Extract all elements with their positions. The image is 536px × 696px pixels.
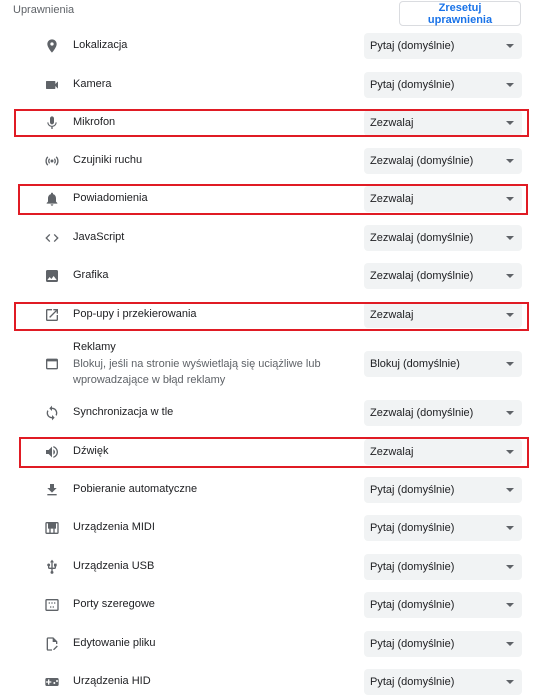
- permission-label: Powiadomienia: [73, 192, 148, 204]
- image-icon: [43, 267, 61, 285]
- permission-select-czujniki-ruchu[interactable]: Zezwalaj (domyślnie): [364, 148, 522, 174]
- camera-icon: [43, 76, 61, 94]
- permission-label: Urządzenia HID: [73, 675, 151, 687]
- motion-sensors-icon: [43, 152, 61, 170]
- download-icon: [43, 481, 61, 499]
- usb-icon: [43, 558, 61, 576]
- select-value: Zezwalaj (domyślnie): [370, 407, 474, 419]
- dropdown-arrow-icon: [506, 680, 514, 684]
- select-value: Zezwalaj (domyślnie): [370, 270, 474, 282]
- popup-icon: [43, 306, 61, 324]
- dropdown-arrow-icon: [506, 197, 514, 201]
- select-value: Pytaj (domyślnie): [370, 484, 455, 496]
- select-value: Zezwalaj: [370, 309, 414, 321]
- permission-select-porty-szeregowe[interactable]: Pytaj (domyślnie): [364, 592, 522, 618]
- dropdown-arrow-icon: [506, 313, 514, 317]
- reset-permissions-button[interactable]: Zresetuj uprawnienia: [399, 1, 521, 26]
- permission-select-reklamy[interactable]: Blokuj (domyślnie): [364, 351, 522, 377]
- permission-select-javascript[interactable]: Zezwalaj (domyślnie): [364, 225, 522, 251]
- serial-port-icon: [43, 596, 61, 614]
- dropdown-arrow-icon: [506, 121, 514, 125]
- bell-icon: [43, 190, 61, 208]
- select-value: Zezwalaj (domyślnie): [370, 155, 474, 167]
- site-permissions-page: Uprawnienia Zresetuj uprawnienia Lokaliz…: [0, 0, 536, 696]
- file-edit-icon: [43, 635, 61, 653]
- permission-select-urzadzenia-hid[interactable]: Pytaj (domyślnie): [364, 669, 522, 695]
- permission-select-powiadomienia[interactable]: Zezwalaj: [364, 186, 522, 212]
- dropdown-arrow-icon: [506, 83, 514, 87]
- select-value: Pytaj (domyślnie): [370, 561, 455, 573]
- permission-label: Pop-upy i przekierowania: [73, 308, 197, 320]
- select-value: Pytaj (domyślnie): [370, 599, 455, 611]
- permission-select-pobieranie-automatyczne[interactable]: Pytaj (domyślnie): [364, 477, 522, 503]
- dropdown-arrow-icon: [506, 450, 514, 454]
- dropdown-arrow-icon: [506, 44, 514, 48]
- dropdown-arrow-icon: [506, 526, 514, 530]
- permission-select-urzadzenia-midi[interactable]: Pytaj (domyślnie): [364, 515, 522, 541]
- select-value: Blokuj (domyślnie): [370, 358, 460, 370]
- dropdown-arrow-icon: [506, 603, 514, 607]
- permission-label: Mikrofon: [73, 116, 116, 128]
- select-value: Pytaj (domyślnie): [370, 522, 455, 534]
- dropdown-arrow-icon: [506, 642, 514, 646]
- permission-label: Kamera: [73, 78, 112, 90]
- hid-device-icon: [43, 673, 61, 691]
- select-value: Zezwalaj: [370, 117, 414, 129]
- permission-label: Grafika: [73, 269, 109, 281]
- permission-label: Urządzenia USB: [73, 560, 155, 572]
- permission-label: Porty szeregowe: [73, 598, 155, 610]
- permission-select-mikrofon[interactable]: Zezwalaj: [364, 110, 522, 136]
- dropdown-arrow-icon: [506, 565, 514, 569]
- permission-select-lokalizacja[interactable]: Pytaj (domyślnie): [364, 33, 522, 59]
- permission-select-kamera[interactable]: Pytaj (domyślnie): [364, 72, 522, 98]
- permission-select-pop-upy-i-przekierowania[interactable]: Zezwalaj: [364, 302, 522, 328]
- dropdown-arrow-icon: [506, 274, 514, 278]
- permission-label: Dźwięk: [73, 445, 109, 457]
- sync-icon: [43, 404, 61, 422]
- permission-label: Synchronizacja w tle: [73, 406, 174, 418]
- section-title: Uprawnienia: [13, 4, 75, 16]
- dropdown-arrow-icon: [506, 411, 514, 415]
- permission-select-grafika[interactable]: Zezwalaj (domyślnie): [364, 263, 522, 289]
- code-icon: [43, 229, 61, 247]
- permission-label: Pobieranie automatyczne: [73, 483, 198, 495]
- select-value: Pytaj (domyślnie): [370, 676, 455, 688]
- select-value: Pytaj (domyślnie): [370, 79, 455, 91]
- select-value: Zezwalaj: [370, 193, 414, 205]
- ads-icon: [43, 355, 61, 373]
- permission-select-synchronizacja-w-tle[interactable]: Zezwalaj (domyślnie): [364, 400, 522, 426]
- microphone-icon: [43, 114, 61, 132]
- location-icon: [43, 37, 61, 55]
- sound-icon: [43, 443, 61, 461]
- permission-label: Edytowanie pliku: [73, 637, 156, 649]
- permission-description: Blokuj, jeśli na stronie wyświetlają się…: [73, 358, 321, 386]
- dropdown-arrow-icon: [506, 159, 514, 163]
- select-value: Pytaj (domyślnie): [370, 40, 455, 52]
- select-value: Zezwalaj (domyślnie): [370, 232, 474, 244]
- permission-select-dzwiek[interactable]: Zezwalaj: [364, 439, 522, 465]
- permission-label: Lokalizacja: [73, 39, 128, 51]
- midi-icon: [43, 519, 61, 537]
- permission-select-edytowanie-pliku[interactable]: Pytaj (domyślnie): [364, 631, 522, 657]
- dropdown-arrow-icon: [506, 236, 514, 240]
- dropdown-arrow-icon: [506, 362, 514, 366]
- permission-select-urzadzenia-usb[interactable]: Pytaj (domyślnie): [364, 554, 522, 580]
- select-value: Pytaj (domyślnie): [370, 638, 455, 650]
- permission-label: JavaScript: [73, 231, 125, 243]
- select-value: Zezwalaj: [370, 446, 414, 458]
- permission-label: Czujniki ruchu: [73, 154, 143, 166]
- permission-label: Urządzenia MIDI: [73, 521, 155, 533]
- dropdown-arrow-icon: [506, 488, 514, 492]
- permission-label: Reklamy: [73, 341, 116, 353]
